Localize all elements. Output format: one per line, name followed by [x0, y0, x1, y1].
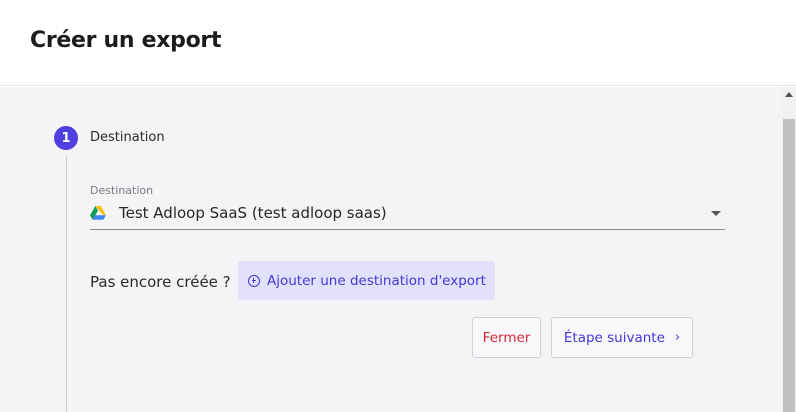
step-title: Destination — [90, 130, 165, 145]
dialog-header: Créer un export — [0, 0, 796, 86]
destination-selected-value: Test Adloop SaaS (test adloop saas) — [119, 204, 387, 222]
step-connector-line — [66, 156, 67, 412]
vertical-scrollbar[interactable] — [782, 87, 796, 412]
add-destination-label: Ajouter une destination d'export — [267, 272, 486, 289]
destination-select[interactable]: Test Adloop SaaS (test adloop saas) — [90, 200, 725, 230]
google-drive-icon — [90, 206, 106, 220]
close-button-label: Fermer — [482, 329, 531, 346]
chevron-right-icon: › — [674, 330, 681, 345]
close-button[interactable]: Fermer — [472, 317, 541, 358]
step-number-badge: 1 — [54, 126, 78, 150]
next-step-label: Étape suivante — [563, 329, 665, 346]
destination-field-label: Destination — [90, 184, 154, 197]
scroll-up-arrow-icon[interactable] — [785, 92, 793, 97]
dropdown-caret-icon[interactable] — [711, 211, 721, 216]
scroll-thumb[interactable] — [783, 119, 795, 412]
next-step-button[interactable]: Étape suivante › — [551, 317, 693, 358]
dialog-title: Créer un export — [30, 28, 222, 53]
not-created-prompt: Pas encore créée ? — [90, 273, 231, 291]
plus-circle-icon — [248, 274, 260, 287]
add-destination-button[interactable]: Ajouter une destination d'export — [238, 261, 495, 300]
